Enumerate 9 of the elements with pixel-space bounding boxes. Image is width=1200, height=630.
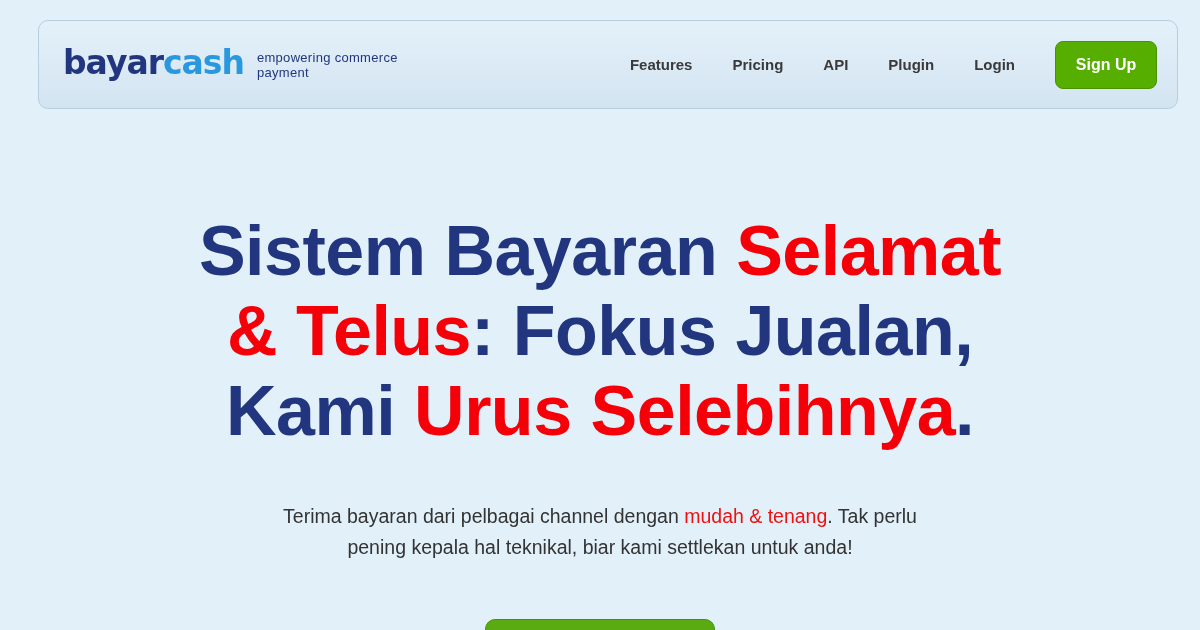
hero-subtitle: Terima bayaran dari pelbagai channel dengan mudah & tenang. Tak perlu pening kepala hal teknikal, biar kami settlekan untuk anda! [282, 504, 918, 560]
logo-wordmark[interactable]: bayarcash [63, 46, 244, 83]
nav-link[interactable]: Pricing [732, 56, 784, 73]
nav-link[interactable]: API [823, 56, 849, 73]
nav-link[interactable]: Features [629, 56, 693, 73]
tagline: empowering commerce payment [256, 49, 399, 80]
nav-link[interactable]: Login [974, 56, 1015, 73]
hero-headline: Sistem Bayaran Selamat & Telus: Fokus Jualan, Kami Urus Selebihnya. [197, 211, 1003, 451]
nav-link[interactable]: Plugin [888, 56, 935, 73]
